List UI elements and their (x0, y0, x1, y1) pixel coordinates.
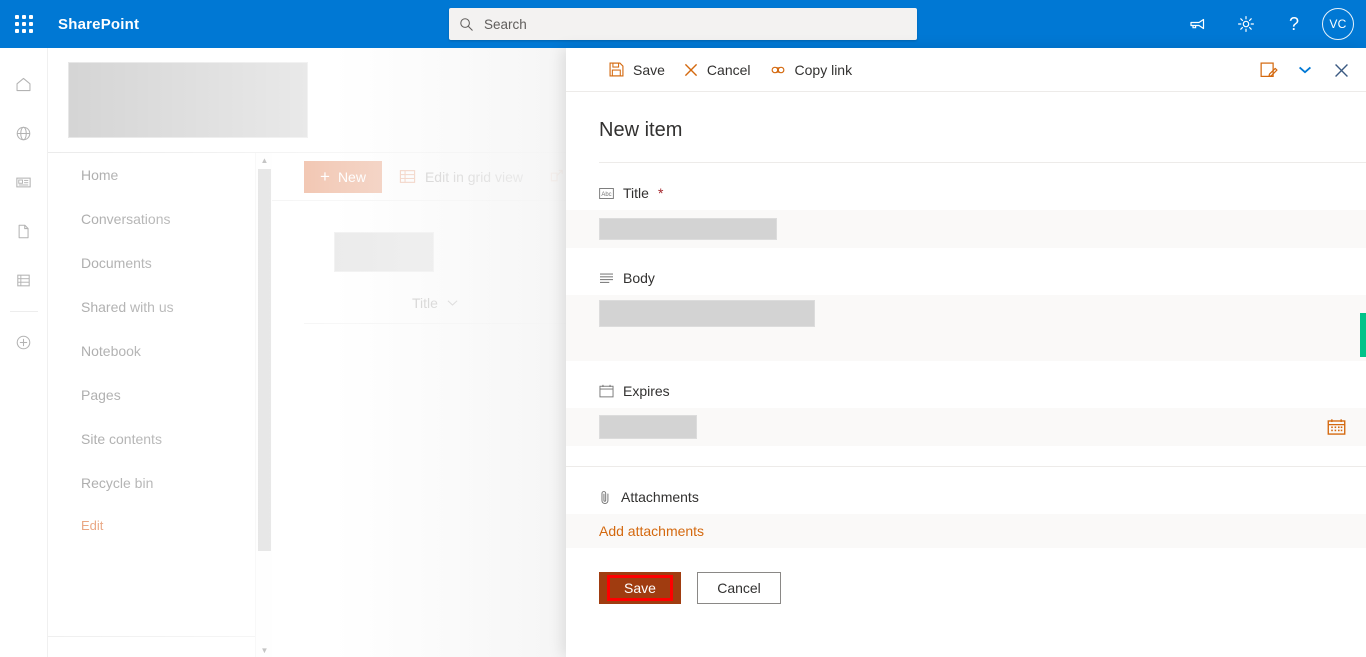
field-title-label: Title (623, 185, 649, 201)
site-navigation: Home Conversations Documents Shared with… (48, 153, 260, 657)
rail-following-icon[interactable] (0, 109, 48, 158)
save-icon (609, 62, 624, 77)
link-icon (771, 66, 784, 73)
multiline-text-icon (600, 273, 613, 283)
panel-footer-actions: Save Cancel (566, 548, 1366, 604)
column-header-label: Title (412, 295, 438, 311)
scroll-up-icon[interactable]: ▲ (256, 153, 273, 167)
search-input[interactable] (484, 16, 894, 32)
field-expires-value-redacted (599, 415, 697, 439)
chevron-down-icon[interactable] (1288, 53, 1322, 87)
grid-icon (399, 170, 416, 183)
panel-copy-link-label: Copy link (794, 61, 853, 78)
calendar-icon (599, 384, 614, 398)
field-body-label: Body (623, 270, 655, 286)
abc-text-icon: Abc (599, 187, 614, 199)
sidebar-item-pages[interactable]: Pages (48, 373, 259, 417)
edit-form-icon[interactable] (1252, 53, 1286, 87)
gear-icon[interactable] (1222, 0, 1270, 48)
rail-files-icon[interactable] (0, 207, 48, 256)
field-body: Body (566, 248, 1366, 295)
new-button-label: New (337, 168, 366, 185)
suite-actions: ? VC (1174, 0, 1366, 48)
new-item-panel: Save Cancel Copy link New item Abc Title… (566, 48, 1366, 657)
suite-title[interactable]: SharePoint (58, 16, 139, 33)
field-body-label-row: Body (599, 248, 1366, 295)
svg-text:Abc: Abc (601, 191, 611, 197)
add-attachments-label: Add attachments (599, 523, 705, 539)
plus-icon: + (320, 166, 330, 186)
edit-grid-view-button[interactable]: Edit in grid view (390, 161, 532, 193)
scrollbar-thumb[interactable] (258, 169, 271, 551)
avatar[interactable]: VC (1322, 8, 1354, 40)
field-title: Abc Title * (566, 163, 1366, 210)
scroll-down-icon[interactable]: ▼ (256, 643, 273, 657)
panel-cancel-button[interactable]: Cancel (674, 53, 760, 87)
close-icon (684, 63, 698, 76)
sharepoint-app: SharePoint ? (0, 0, 1366, 657)
field-expires: Expires (566, 361, 1366, 408)
paperclip-icon (601, 490, 609, 504)
panel-toolbar: Save Cancel Copy link (566, 48, 1366, 92)
panel-cancel-label: Cancel (706, 61, 751, 78)
rail-home-icon[interactable] (0, 60, 48, 109)
field-attachments-label: Attachments (621, 489, 699, 505)
search-box[interactable] (449, 8, 917, 40)
rail-lists-icon[interactable] (0, 256, 48, 305)
panel-toolbar-right (1252, 48, 1358, 92)
sidebar-item-recycle-bin[interactable]: Recycle bin (48, 461, 259, 505)
sidebar-item-documents[interactable]: Documents (48, 241, 259, 285)
field-expires-label: Expires (623, 383, 670, 399)
list-title-redacted (334, 232, 434, 272)
status-indicator-bar[interactable] (1360, 313, 1366, 357)
left-rail (0, 48, 48, 657)
field-expires-input[interactable] (566, 408, 1366, 446)
chevron-down-icon (447, 300, 458, 306)
waffle-icon (15, 15, 33, 33)
share-icon (550, 169, 563, 182)
page-title: New item (599, 119, 683, 141)
field-attachments-label-row: Attachments (599, 467, 1366, 514)
app-launcher-button[interactable] (0, 0, 48, 48)
sidebar-item-notebook[interactable]: Notebook (48, 329, 259, 373)
new-button[interactable]: + New (304, 160, 382, 193)
panel-save-button[interactable]: Save (599, 53, 674, 87)
promo-title-row: Add real-time chat (48, 648, 260, 657)
sidebar-item-conversations[interactable]: Conversations (48, 197, 259, 241)
add-attachments-link[interactable]: Add attachments (566, 514, 1366, 548)
field-title-value-redacted (599, 218, 777, 240)
date-picker-button[interactable] (1323, 414, 1349, 440)
help-icon[interactable]: ? (1270, 0, 1318, 48)
field-body-input[interactable] (566, 295, 1366, 361)
site-header-redacted (68, 62, 308, 138)
sidebar-edit-link[interactable]: Edit (48, 505, 259, 545)
megaphone-icon[interactable] (1174, 0, 1222, 48)
panel-copy-link-button[interactable]: Copy link (760, 53, 862, 87)
edit-grid-view-label: Edit in grid view (424, 168, 523, 185)
nav-scrollbar[interactable]: ▲ ▼ (255, 153, 272, 657)
sidebar-item-site-contents[interactable]: Site contents (48, 417, 259, 461)
suite-bar: SharePoint ? (0, 0, 1366, 48)
rail-divider (9, 311, 38, 312)
field-expires-label-row: Expires (599, 361, 1366, 408)
teams-promo-card: ✕ Add real-time chat Add Microsoft Teams… (48, 648, 260, 657)
field-title-input[interactable] (566, 210, 1366, 248)
required-marker: * (657, 185, 664, 201)
panel-save-label: Save (633, 61, 665, 78)
field-title-label-row: Abc Title * (599, 163, 1366, 210)
nav-divider (48, 636, 260, 637)
rail-news-icon[interactable] (0, 158, 48, 207)
rail-create-icon[interactable] (0, 318, 48, 367)
panel-close-icon[interactable] (1324, 53, 1358, 87)
column-header-title[interactable]: Title (412, 295, 458, 311)
field-body-value-redacted (599, 300, 815, 327)
sidebar-item-home[interactable]: Home (48, 153, 259, 197)
field-attachments: Attachments (566, 467, 1366, 514)
save-button[interactable]: Save (599, 572, 681, 604)
help-glyph: ? (1288, 13, 1299, 34)
sidebar-item-shared-with-us[interactable]: Shared with us (48, 285, 259, 329)
calendar-picker-icon (1327, 419, 1345, 435)
search-icon (460, 17, 473, 31)
cancel-button[interactable]: Cancel (697, 572, 781, 604)
